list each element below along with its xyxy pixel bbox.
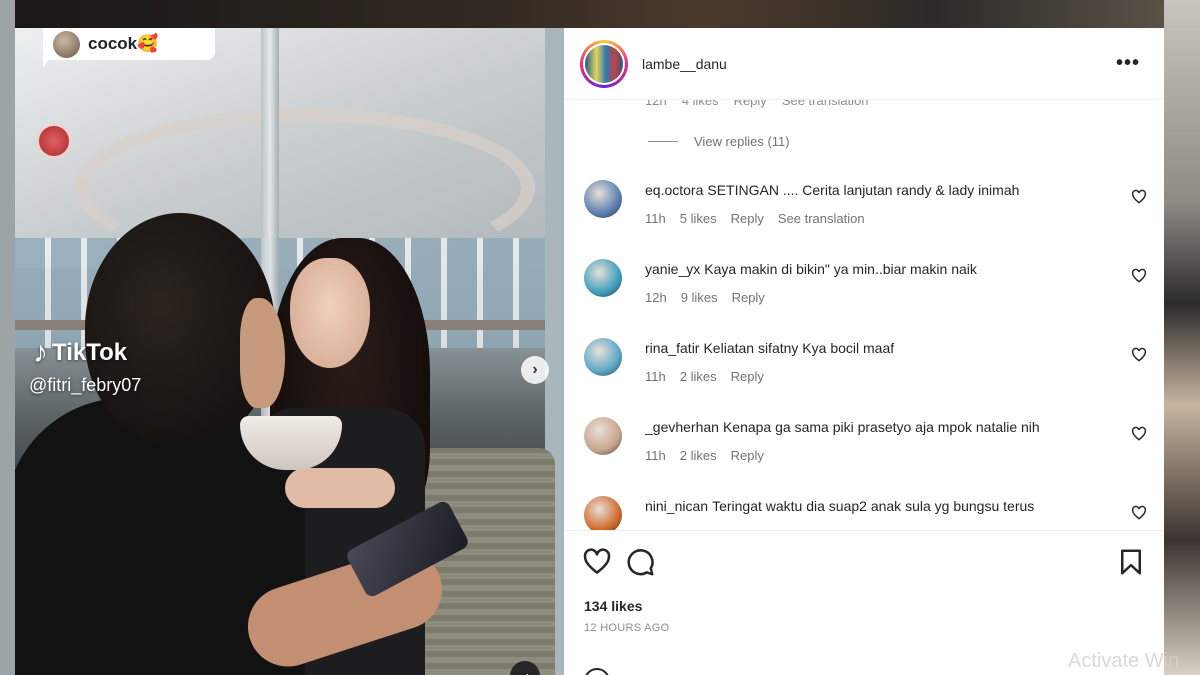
see-translation-button[interactable]: See translation [782, 100, 869, 108]
background-left-strip [0, 0, 15, 675]
comment-icon[interactable] [625, 547, 655, 577]
comment-body: _gevherhan Kenapa ga sama piki prasetyo a… [645, 419, 1115, 435]
comment-meta: 11h 5 likes Reply See translation [645, 211, 865, 226]
comment-username[interactable]: rina_fatir [645, 340, 699, 356]
comment-text: SETINGAN .... Cerita lanjutan randy & la… [707, 182, 1020, 198]
reply-button[interactable]: Reply [734, 100, 767, 108]
comment-row: eq.octora SETINGAN .... Cerita lanjutan r… [584, 180, 1147, 240]
chevron-right-icon: › [532, 361, 538, 378]
comment-avatar[interactable] [584, 338, 622, 376]
scene-woman-face [290, 258, 370, 368]
scene-woman-arm [285, 468, 395, 508]
comment-avatar[interactable] [584, 496, 622, 530]
comment-row: rina_fatir Keliatan sifatny Kya bocil maa… [584, 338, 1147, 398]
partial-comment-meta: 12h 4 likes Reply See translation [645, 100, 869, 108]
more-options-icon[interactable]: ••• [1116, 52, 1140, 75]
comment-sticker: cocok🥰 [43, 28, 215, 60]
comment-likes[interactable]: 2 likes [680, 448, 717, 463]
comment-likes[interactable]: 9 likes [681, 290, 718, 305]
comment-text: Teringat waktu dia suap2 anak sula yg bu… [712, 498, 1035, 514]
comments-list[interactable]: 12h 4 likes Reply See translation View r… [564, 100, 1164, 530]
background-right-strip [1164, 0, 1200, 675]
post-video[interactable]: cocok🥰 ♪ TikTok @fitri_febry07 › ◂ [15, 28, 564, 675]
activate-windows-watermark: Activate Win [1068, 650, 1180, 672]
comment-time: 11h [645, 448, 666, 463]
record-icon [36, 123, 72, 159]
background-top-strip [15, 0, 1165, 28]
comment-meta: 12h 9 likes Reply [645, 290, 765, 305]
comment-meta: 11h 2 likes Reply [645, 369, 764, 384]
comment-body: eq.octora SETINGAN .... Cerita lanjutan r… [645, 182, 1115, 198]
comment-like-heart-icon[interactable] [1131, 189, 1147, 205]
comment-likes[interactable]: 4 likes [682, 100, 719, 108]
reply-button[interactable]: Reply [731, 369, 764, 384]
emoji-icon[interactable] [584, 668, 610, 675]
comment-text: Keliatan sifatny Kya bocil maaf [703, 340, 895, 356]
comment-username[interactable]: yanie_yx [645, 261, 700, 277]
comment-time: 12h [645, 100, 667, 108]
comment-row: yanie_yx Kaya makin di bikin" ya min..bia… [584, 259, 1147, 319]
comment-row: _gevherhan Kenapa ga sama piki prasetyo a… [584, 417, 1147, 477]
post-avatar[interactable] [580, 39, 628, 88]
comment-likes[interactable]: 5 likes [680, 211, 717, 226]
comment-time: 12h [645, 290, 667, 305]
post-header: lambe__danu ••• [564, 28, 1164, 100]
comment-likes[interactable]: 2 likes [680, 369, 717, 384]
comment-meta: 11h 2 likes Reply [645, 448, 764, 463]
comment-body: yanie_yx Kaya makin di bikin" ya min..bia… [645, 261, 1115, 277]
heart-icon[interactable] [582, 547, 612, 577]
view-replies-button[interactable]: View replies (11) [648, 134, 790, 149]
comment-like-heart-icon[interactable] [1131, 347, 1147, 363]
reply-button[interactable]: Reply [731, 211, 764, 226]
comment-row: nini_nican Teringat waktu dia suap2 anak … [584, 496, 1147, 530]
comment-like-heart-icon[interactable] [1131, 426, 1147, 442]
next-media-button[interactable]: › [521, 356, 549, 384]
view-replies-line [648, 141, 678, 142]
see-translation-button[interactable]: See translation [778, 211, 865, 226]
tiktok-label: TikTok [52, 339, 128, 366]
comment-username[interactable]: nini_nican [645, 498, 708, 514]
tiktok-watermark: ♪ TikTok [33, 336, 127, 370]
comment-username[interactable]: _gevherhan [645, 419, 719, 435]
comment-body: rina_fatir Keliatan sifatny Kya bocil maa… [645, 340, 1115, 356]
comment-avatar[interactable] [584, 259, 622, 297]
comment-avatar[interactable] [584, 180, 622, 218]
post-modal: cocok🥰 ♪ TikTok @fitri_febry07 › ◂ lambe… [15, 28, 1164, 675]
tiktok-username: @fitri_febry07 [29, 375, 142, 395]
comment-username[interactable]: eq.octora [645, 182, 703, 198]
bookmark-icon[interactable] [1116, 547, 1146, 577]
reply-button[interactable]: Reply [732, 290, 765, 305]
comment-time: 11h [645, 211, 666, 226]
avatar-image [585, 44, 623, 83]
sticker-avatar [53, 30, 80, 58]
comment-time: 11h [645, 369, 666, 384]
comment-like-heart-icon[interactable] [1131, 268, 1147, 284]
sticker-tail [43, 56, 51, 68]
post-timestamp: 12 HOURS AGO [584, 622, 670, 634]
post-username[interactable]: lambe__danu [642, 56, 727, 72]
comment-text: Kaya makin di bikin" ya min..biar makin … [704, 261, 977, 277]
likes-count[interactable]: 134 likes [584, 598, 642, 614]
speaker-icon: ◂ [522, 669, 528, 675]
reply-button[interactable]: Reply [731, 448, 764, 463]
tiktok-icon: ♪ [33, 336, 48, 369]
view-replies-label: View replies (11) [694, 134, 790, 149]
comment-avatar[interactable] [584, 417, 622, 455]
comment-like-heart-icon[interactable] [1131, 505, 1147, 521]
comment-body: nini_nican Teringat waktu dia suap2 anak … [645, 498, 1115, 514]
sticker-text: cocok🥰 [88, 34, 159, 53]
comment-text: Kenapa ga sama piki prasetyo aja mpok na… [722, 419, 1040, 435]
post-side-panel: lambe__danu ••• 12h 4 likes Reply See tr… [564, 28, 1164, 675]
